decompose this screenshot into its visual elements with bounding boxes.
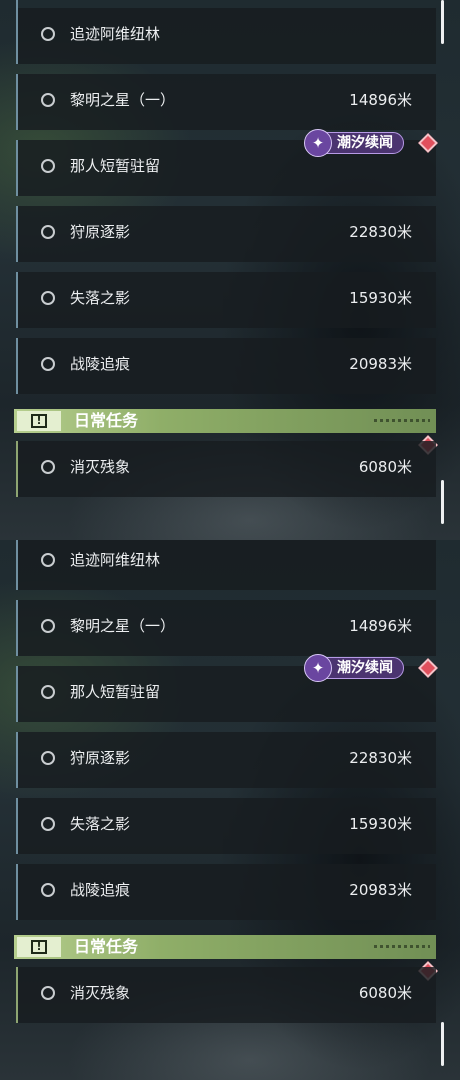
quest-distance: 22830米 bbox=[349, 749, 412, 767]
quest-name: 黎明之星（一） bbox=[70, 91, 176, 109]
daily-quest-row[interactable]: 消灭残象 6080米 bbox=[16, 967, 436, 1023]
quest-name: 那人短暂驻留 bbox=[70, 683, 161, 701]
event-badge-label: 潮汐续闻 bbox=[337, 660, 393, 676]
quest-row[interactable]: 失落之影 15930米 bbox=[16, 272, 436, 328]
quest-row[interactable]: 追迹阿维纽林 bbox=[16, 540, 436, 590]
quest-row[interactable]: 狩原逐影 22830米 bbox=[16, 206, 436, 262]
quest-distance: 15930米 bbox=[349, 289, 412, 307]
section-decoration bbox=[374, 945, 430, 948]
scrollbar-thumb[interactable] bbox=[441, 1022, 444, 1066]
daily-section-header[interactable]: ! 日常任务 bbox=[14, 409, 436, 433]
quest-distance: 20983米 bbox=[349, 355, 412, 373]
quest-distance: 20983米 bbox=[349, 881, 412, 899]
quest-row[interactable]: 失落之影 15930米 bbox=[16, 798, 436, 854]
quest-name: 那人短暂驻留 bbox=[70, 157, 161, 175]
quest-row[interactable]: 追迹阿维纽林 bbox=[16, 8, 436, 64]
quest-name: 战陵追痕 bbox=[70, 355, 131, 373]
quest-name: 追迹阿维纽林 bbox=[70, 551, 161, 569]
quest-row[interactable]: 黎明之星（一） 14896米 bbox=[16, 74, 436, 130]
quest-name: 失落之影 bbox=[70, 289, 131, 307]
daily-quest-row[interactable]: 消灭残象 6080米 bbox=[16, 441, 436, 497]
quest-name: 消灭残象 bbox=[70, 984, 131, 1002]
quest-name: 战陵追痕 bbox=[70, 881, 131, 899]
section-icon-box: ! bbox=[17, 937, 61, 957]
quest-row[interactable]: 狩原逐影 22830米 bbox=[16, 732, 436, 788]
quest-row[interactable]: 黎明之星（一） 14896米 bbox=[16, 600, 436, 656]
section-title: 日常任务 bbox=[74, 411, 139, 430]
section-icon-box: ! bbox=[17, 411, 61, 431]
radio-icon[interactable] bbox=[41, 751, 55, 765]
quest-name: 消灭残象 bbox=[70, 458, 131, 476]
radio-icon[interactable] bbox=[41, 883, 55, 897]
scrollbar-thumb[interactable] bbox=[441, 0, 444, 44]
radio-icon[interactable] bbox=[41, 93, 55, 107]
sparkle-icon: ✦ bbox=[304, 129, 332, 157]
quest-distance: 6080米 bbox=[358, 984, 412, 1002]
quest-distance: 22830米 bbox=[349, 223, 412, 241]
daily-section-header[interactable]: ! 日常任务 bbox=[14, 935, 436, 959]
radio-icon[interactable] bbox=[41, 225, 55, 239]
quest-distance: 14896米 bbox=[349, 91, 412, 109]
sparkle-icon: ✦ bbox=[304, 654, 332, 682]
quest-distance: 14896米 bbox=[349, 617, 412, 635]
radio-icon[interactable] bbox=[41, 460, 55, 474]
radio-icon[interactable] bbox=[41, 27, 55, 41]
radio-icon[interactable] bbox=[41, 817, 55, 831]
quest-row[interactable]: 战陵追痕 20983米 bbox=[16, 338, 436, 394]
scrollbar-thumb[interactable] bbox=[441, 480, 444, 524]
event-badge: ✦ 潮汐续闻 bbox=[304, 654, 404, 682]
radio-icon[interactable] bbox=[41, 553, 55, 567]
section-decoration bbox=[374, 419, 430, 422]
exclamation-icon: ! bbox=[31, 414, 47, 428]
exclamation-icon: ! bbox=[31, 940, 47, 954]
list-edge bbox=[16, 0, 18, 8]
radio-icon[interactable] bbox=[41, 291, 55, 305]
quest-row[interactable]: 战陵追痕 20983米 bbox=[16, 864, 436, 920]
quest-name: 追迹阿维纽林 bbox=[70, 25, 161, 43]
quest-name: 狩原逐影 bbox=[70, 749, 131, 767]
quest-name: 失落之影 bbox=[70, 815, 131, 833]
event-badge-label: 潮汐续闻 bbox=[337, 135, 393, 151]
radio-icon[interactable] bbox=[41, 619, 55, 633]
quest-name: 狩原逐影 bbox=[70, 223, 131, 241]
radio-icon[interactable] bbox=[41, 357, 55, 371]
radio-icon[interactable] bbox=[41, 685, 55, 699]
quest-name: 黎明之星（一） bbox=[70, 617, 176, 635]
quest-list-panel: 追迹阿维纽林 黎明之星（一） 14896米 那人短暂驻留 ✦ 潮汐续闻 狩原逐影… bbox=[0, 0, 460, 540]
section-title: 日常任务 bbox=[74, 937, 139, 956]
radio-icon[interactable] bbox=[41, 986, 55, 1000]
event-badge: ✦ 潮汐续闻 bbox=[304, 129, 404, 157]
quest-distance: 6080米 bbox=[358, 458, 412, 476]
quest-list-panel: 追迹阿维纽林 黎明之星（一） 14896米 那人短暂驻留 ✦ 潮汐续闻 狩原逐影… bbox=[0, 540, 460, 1080]
radio-icon[interactable] bbox=[41, 159, 55, 173]
quest-distance: 15930米 bbox=[349, 815, 412, 833]
